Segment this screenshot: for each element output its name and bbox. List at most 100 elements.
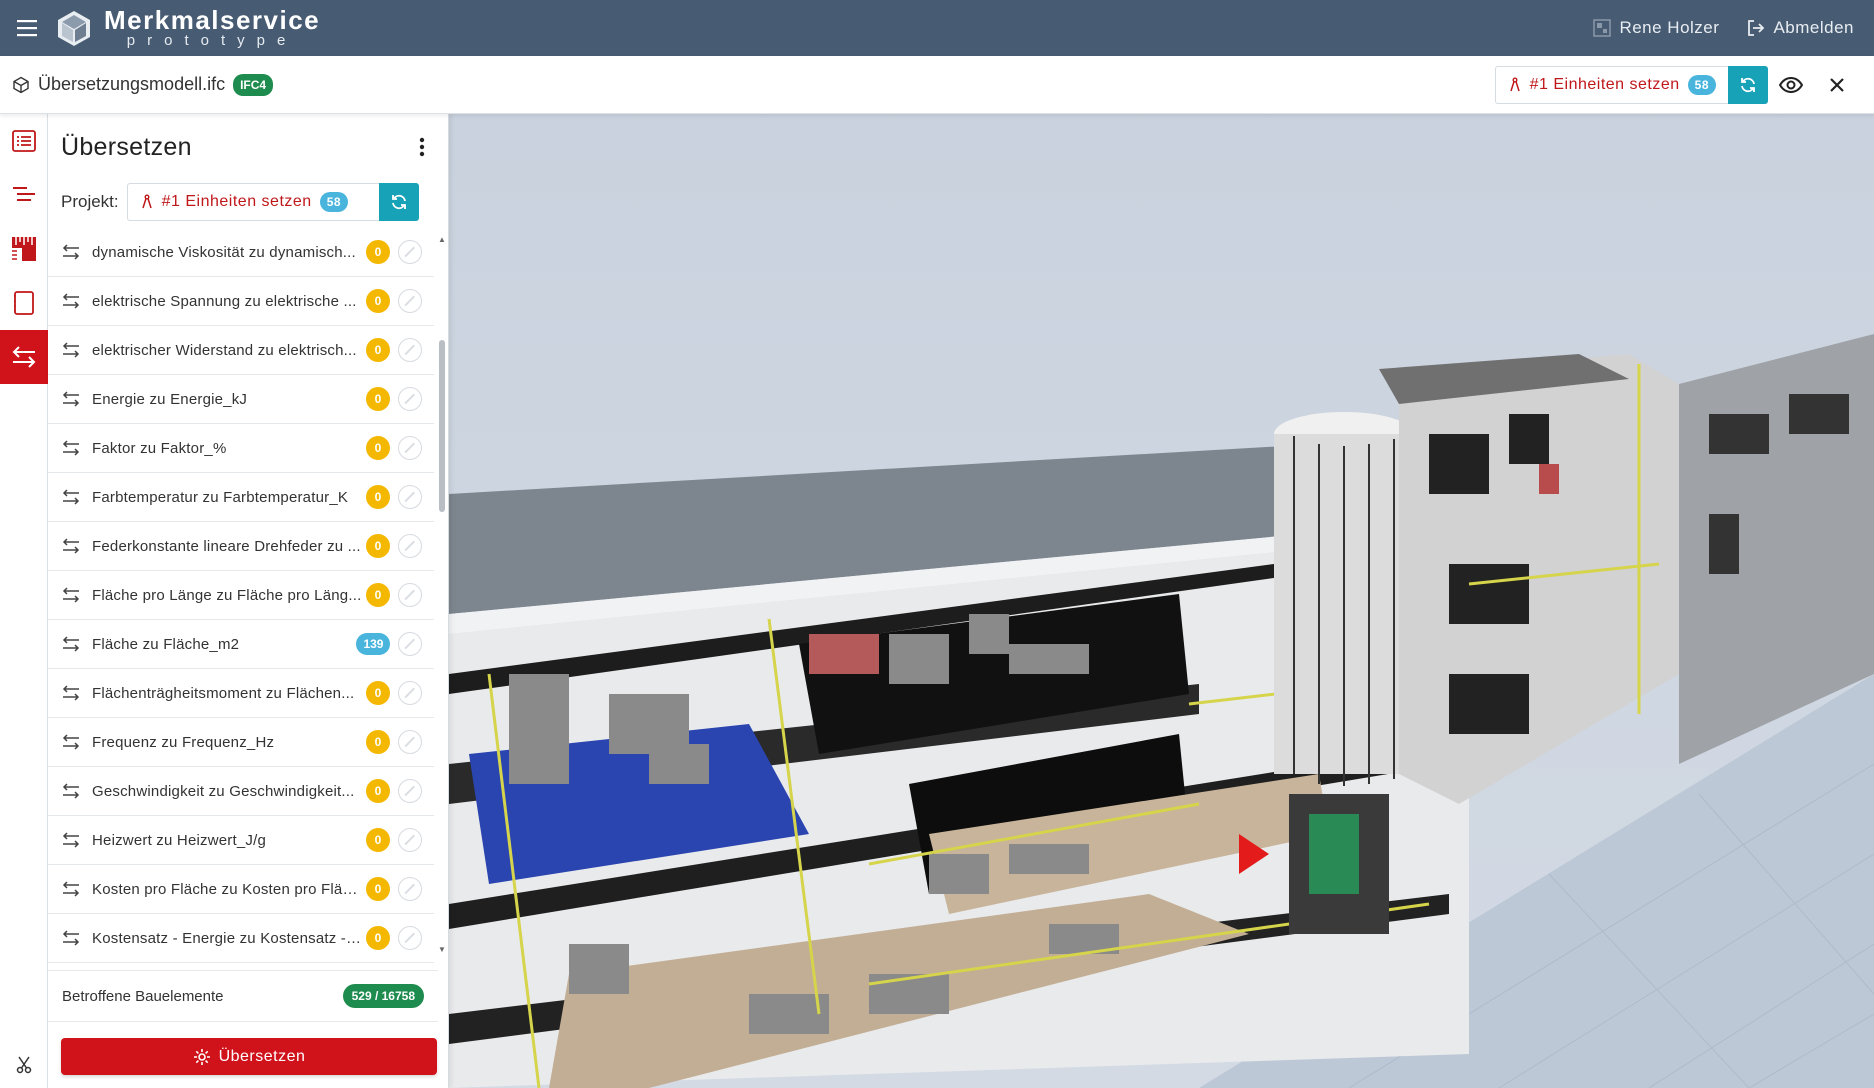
row-select-toggle[interactable] [398,289,422,313]
row-select-toggle[interactable] [398,338,422,362]
swap-icon [62,537,80,555]
ruler-icon [12,237,36,261]
row-select-toggle[interactable] [398,534,422,558]
affected-elements-label: Betroffene Bauelemente [62,987,224,1005]
outline-icon [13,187,35,201]
nav-list-button[interactable] [0,114,48,168]
row-select-toggle[interactable] [398,387,422,411]
match-count-badge: 0 [366,681,390,705]
translation-list[interactable]: dynamische Viskosität zu dynamisch... 0 el… [48,228,438,966]
refresh-icon [1741,77,1755,92]
gear-icon [193,1048,210,1065]
match-count-badge: 0 [366,485,390,509]
ifc-version-badge: IFC4 [233,73,274,96]
row-select-toggle[interactable] [398,730,422,754]
translation-label: elektrische Spannung zu elektrische ... [92,292,357,310]
list-scrollbar[interactable]: ▲ ▼ [437,234,447,960]
translation-label: Geschwindigkeit zu Geschwindigkeit... [92,782,355,800]
translation-row[interactable]: Fläche pro Länge zu Fläche pro Läng... 0 [48,571,434,620]
match-count-badge: 0 [366,583,390,607]
translation-row[interactable]: Kostensatz - Energie zu Kostensatz - ...… [48,914,434,963]
swap-icon [62,292,80,310]
scissors-icon [16,1056,32,1074]
match-count-badge: 0 [366,730,390,754]
close-button[interactable] [1814,65,1860,105]
panel-project-select[interactable]: #1 Einheiten setzen 58 [126,183,379,221]
translation-row[interactable]: Heizwert zu Heizwert_J/g 0 [48,816,434,865]
translation-label: Heizwert zu Heizwert_J/g [92,831,267,849]
hamburger-icon[interactable] [0,0,56,56]
translation-row[interactable]: Farbtemperatur zu Farbtemperatur_K 0 [48,473,434,522]
scroll-up-arrow[interactable]: ▲ [438,236,446,244]
translation-row[interactable]: Faktor zu Faktor_% 0 [48,424,434,473]
translation-row[interactable]: Frequenz zu Frequenz_Hz 0 [48,718,434,767]
app-header: Merkmalservice prototype Rene Holzer Abm… [0,0,1874,56]
translation-row[interactable]: dynamische Viskosität zu dynamisch... 0 [48,228,434,277]
match-count-badge: 0 [366,779,390,803]
translation-label: Flächenträgheitsmoment zu Flächen... [92,684,355,702]
translation-label: Energie zu Energie_kJ [92,390,248,408]
panel-project-label: #1 Einheiten setzen [161,193,312,210]
match-count-badge: 0 [366,240,390,264]
row-select-toggle[interactable] [398,632,422,656]
model-file: Übersetzungsmodell.ifc IFC4 [0,73,274,96]
translation-row[interactable]: elektrischer Widerstand zu elektrisch...… [48,326,434,375]
translation-label: Kosten pro Fläche zu Kosten pro Fläc... [92,880,362,898]
row-select-toggle[interactable] [398,877,422,901]
translation-row[interactable]: Flächenträgheitsmoment zu Flächen... 0 [48,669,434,718]
logout-button[interactable]: Abmelden [1747,18,1854,38]
panel-refresh-button[interactable] [378,183,419,221]
building-model-render [449,114,1874,1088]
translation-row[interactable]: elektrische Spannung zu elektrische ... 0 [48,277,434,326]
match-count-badge: 0 [366,877,390,901]
translation-row[interactable]: Geschwindigkeit zu Geschwindigkeit... 0 [48,767,434,816]
translation-row[interactable]: Federkonstante lineare Drehfeder zu ... 0 [48,522,434,571]
swap-icon [62,586,80,604]
swap-icon [62,439,80,457]
project-select-button[interactable]: #1 Einheiten setzen 58 [1494,65,1728,104]
match-count-badge: 0 [366,926,390,950]
translation-row[interactable]: Kosten pro Fläche zu Kosten pro Fläc... 0 [48,865,434,914]
more-options-button[interactable] [410,135,434,159]
app-logo[interactable]: Merkmalservice prototype [56,7,320,49]
collapse-sidebar-button[interactable] [0,1050,48,1080]
affected-elements-row: Betroffene Bauelemente 529 / 16758 [48,970,438,1022]
refresh-button[interactable] [1728,65,1768,104]
project-count-badge: 58 [1687,74,1716,95]
panel-title: Übersetzen [61,132,192,161]
translation-row[interactable]: Fläche zu Fläche_m2 139 [48,620,434,669]
3d-model-viewer[interactable] [449,114,1874,1088]
row-select-toggle[interactable] [398,583,422,607]
project-prefix-label: Projekt: [61,192,119,211]
close-icon [1830,77,1844,92]
row-select-toggle[interactable] [398,828,422,852]
row-select-toggle[interactable] [398,485,422,509]
row-select-toggle[interactable] [398,681,422,705]
translation-label: dynamische Viskosität zu dynamisch... [92,243,356,261]
translate-button[interactable]: Übersetzen [61,1038,437,1075]
translation-label: Farbtemperatur zu Farbtemperatur_K [92,488,349,506]
logo-subtitle: prototype [126,32,298,49]
scroll-thumb[interactable] [439,340,445,512]
nav-book-button[interactable] [0,276,48,330]
match-count-badge: 0 [366,436,390,460]
row-select-toggle[interactable] [398,779,422,803]
left-sidebar [0,114,48,1088]
row-select-toggle[interactable] [398,926,422,950]
nav-units-button[interactable] [0,222,48,276]
swap-icon [62,831,80,849]
scroll-down-arrow[interactable]: ▼ [438,946,446,954]
file-name: Übersetzungsmodell.ifc [38,74,226,94]
translation-label: Fläche zu Fläche_m2 [92,635,240,653]
translate-icon [12,346,36,368]
nav-outline-button[interactable] [0,168,48,222]
user-menu[interactable]: Rene Holzer [1593,18,1719,38]
translation-row[interactable]: Energie zu Energie_kJ 0 [48,375,434,424]
row-select-toggle[interactable] [398,436,422,460]
compass-icon [141,194,152,209]
swap-icon [62,880,80,898]
visibility-toggle-button[interactable] [1768,65,1814,105]
row-select-toggle[interactable] [398,240,422,264]
nav-translate-button[interactable] [0,330,48,384]
refresh-icon [391,194,406,210]
